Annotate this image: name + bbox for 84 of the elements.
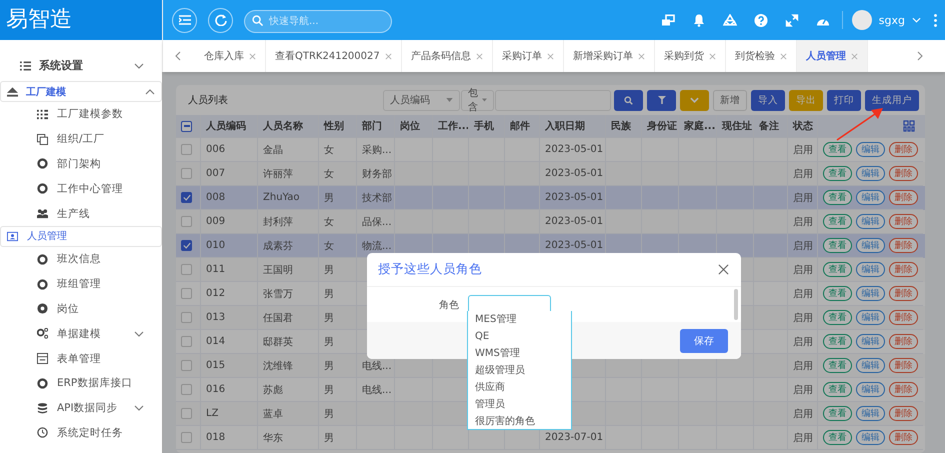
table-cell-text: 华东	[263, 432, 283, 444]
table-cell-text: 男	[324, 360, 334, 372]
table-cell-text: 财务部	[362, 168, 392, 180]
table-cell-text: 启用	[793, 192, 813, 204]
table-cell-text: 许丽萍	[263, 168, 293, 180]
table-cell-text: 苏彪	[263, 384, 283, 396]
table-cell: 2023-07-01	[545, 432, 604, 443]
table-cell-text: 女	[324, 216, 334, 228]
table-cell-text: 任国君	[263, 312, 293, 324]
column-header: 民族	[611, 120, 631, 133]
column-header: 手机	[474, 120, 494, 133]
table-cell: ZhuYao	[263, 192, 300, 203]
column-header: 性别	[324, 120, 344, 133]
table-cell-text: 男	[324, 384, 334, 396]
table-cell: 013	[206, 312, 226, 323]
table-cell-text: 王国明	[263, 264, 293, 276]
app-logo: 易智造	[0, 0, 162, 40]
table-cell-text: 启用	[793, 360, 813, 372]
table-cell-text: 启用	[793, 288, 813, 300]
table-cell-text: 启用	[793, 264, 813, 276]
column-header: 邮件	[510, 120, 530, 133]
column-header: 人员名称	[263, 120, 303, 133]
column-header: 身份证	[647, 120, 677, 133]
table-cell: 012	[206, 288, 226, 299]
table-cell-text: 男	[324, 264, 334, 276]
table-cell-text: 沈维锋	[263, 360, 293, 372]
table-cell-text: 男	[324, 336, 334, 348]
table-cell-text: 启用	[793, 336, 813, 348]
column-header: 状态	[793, 120, 813, 133]
column-header: 部门	[362, 119, 382, 133]
table-cell-text: 启用	[793, 144, 813, 156]
table-cell-text: 女	[324, 240, 334, 252]
column-header: 人员编码	[206, 120, 246, 133]
table-cell: 016	[206, 384, 226, 395]
table-cell-text: 启用	[793, 216, 813, 228]
table-cell-text: 男	[324, 192, 334, 204]
table-cell-text: 男	[324, 408, 334, 420]
table-cell: 009	[206, 216, 226, 227]
table-cell: 014	[206, 336, 226, 347]
table-cell-text: 男	[324, 312, 334, 324]
table-cell-text: 电线...	[362, 360, 392, 372]
table-cell: 007	[206, 168, 226, 179]
table-cell: 2023-05-01	[545, 168, 604, 179]
table-cell: 008	[206, 192, 226, 203]
table-cell: 010	[206, 240, 226, 251]
table-cell: 2023-05-01	[545, 144, 604, 155]
table-cell-text: 女	[324, 144, 334, 156]
table-cell-text: 启用	[793, 408, 813, 420]
table-cell: 011	[206, 264, 226, 275]
table-cell-text: 启用	[793, 384, 813, 396]
table-cell-text: 金晶	[263, 144, 283, 156]
column-header: 家庭...	[684, 119, 716, 133]
column-header: 工作...	[438, 120, 468, 133]
table-cell-text: 物流...	[362, 240, 392, 252]
table-cell: 018	[206, 432, 226, 443]
table-cell-text: 邸群英	[263, 336, 293, 348]
column-header: 现住址	[722, 120, 752, 133]
column-header: 备注	[759, 119, 779, 133]
table-cell-text: 成素芬	[263, 240, 293, 252]
table-cell-text: 女	[324, 168, 334, 180]
table-cell-text: 电线...	[362, 384, 392, 396]
list-title: 人员列表	[188, 94, 228, 107]
table-cell: 006	[206, 144, 226, 155]
table-cell: 2023-05-01	[545, 192, 604, 203]
table-cell-text: 男	[324, 432, 334, 444]
table-cell: LZ	[206, 408, 218, 419]
field-label: 角色	[439, 298, 459, 312]
table-cell-text: 启用	[793, 240, 813, 252]
table-cell: 2023-05-01	[545, 240, 604, 251]
table-cell-text: 封利萍	[263, 216, 293, 228]
table-cell-text: 男	[324, 288, 334, 300]
column-header: 入职日期	[545, 120, 585, 133]
table-cell-text: 张雪万	[263, 288, 293, 300]
table-cell-text: 启用	[793, 312, 813, 324]
dialog-title: 授予这些人员角色	[378, 261, 482, 278]
column-header: 岗位	[400, 120, 420, 133]
table-cell: 2023-05-01	[545, 216, 604, 227]
table-cell-text: 启用	[793, 432, 813, 444]
table-cell-text: 蓝卓	[263, 408, 283, 420]
table-cell-text: 技术部	[362, 192, 392, 204]
table-cell: 015	[206, 360, 226, 371]
table-cell-text: 启用	[793, 168, 813, 180]
table-cell-text: 采购...	[362, 144, 392, 156]
table-cell-text: 品保...	[362, 216, 392, 228]
